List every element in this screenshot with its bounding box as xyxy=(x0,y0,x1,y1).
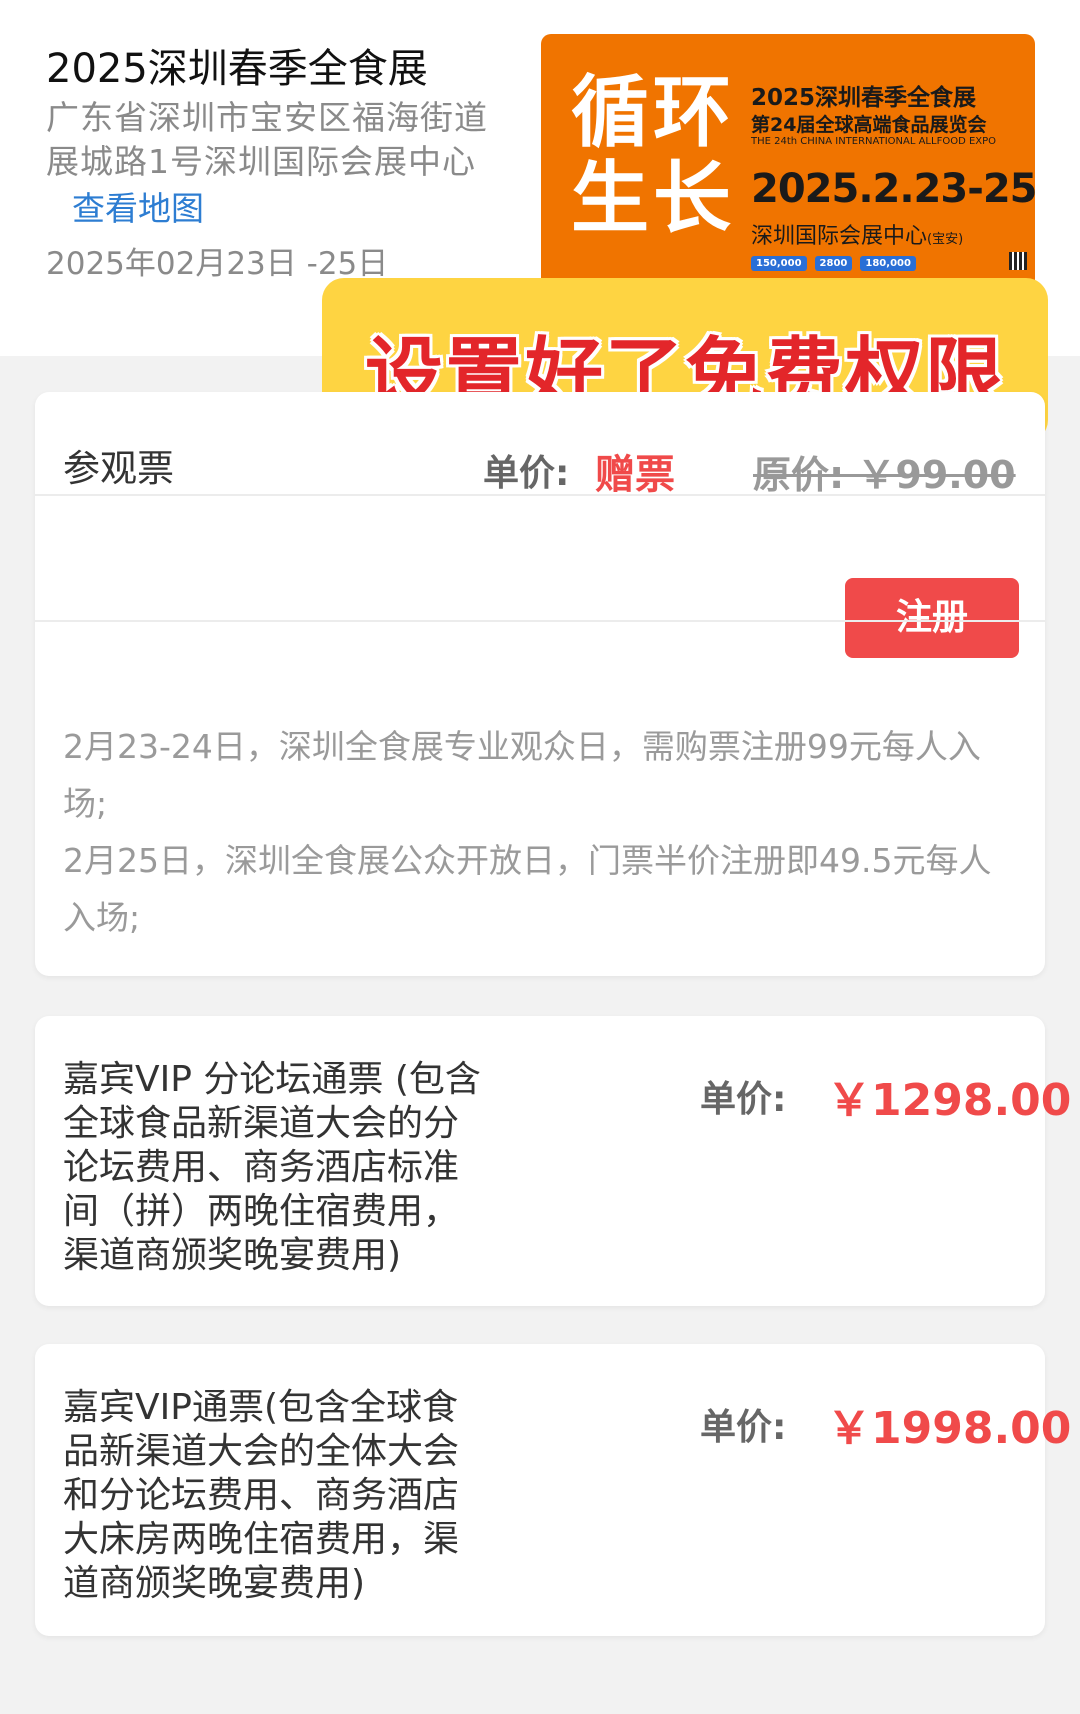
ticket-price: ￥1998.00 xyxy=(827,1403,1072,1454)
ticket-price: ￥1298.00 xyxy=(827,1075,1072,1126)
poster-stat: 180,000 xyxy=(860,256,916,271)
poster-venue-note: (宝安) xyxy=(927,232,964,247)
unit-price-label: 单价: xyxy=(700,1079,787,1120)
ticket-card-vip-full[interactable]: 嘉宾VIP通票(包含全球食 品新渠道大会的全体大会 和分论坛费用、商务酒店 大床… xyxy=(35,1344,1071,1636)
event-poster-image: 循环 生长 2025深圳春季全食展 第24届全球高端食品展览会 THE 24th… xyxy=(541,34,1035,290)
ticket-name-line: 渠道商颁奖晚宴费用) xyxy=(63,1235,402,1276)
description-line: 2月23-24日，深圳全食展专业观众日，需购票注册99元每人入场; xyxy=(63,727,981,823)
poster-slogan-line: 循环 xyxy=(571,68,736,158)
qr-code-icon xyxy=(1009,252,1027,270)
address-line: 展城路1号深圳国际会展中心 xyxy=(46,142,476,181)
ticket-name: 参观票 xyxy=(63,447,174,490)
address-line: 广东省深圳市宝安区福海街道 xyxy=(46,98,488,137)
register-button[interactable]: 注册 xyxy=(845,578,1019,658)
ticket-card-vip-forum[interactable]: 嘉宾VIP 分论坛通票 (包含 全球食品新渠道大会的分 论坛费用、商务酒店标准 … xyxy=(35,1016,1071,1306)
poster-stat: 2800 xyxy=(814,256,853,271)
poster-slogan-line: 生长 xyxy=(571,154,736,244)
ticket-name-line: 大床房两晚住宿费用，渠 xyxy=(63,1519,460,1560)
poster-subtitle: 第24届全球高端食品展览会 xyxy=(751,114,987,136)
ticket-name-line: 全球食品新渠道大会的分 xyxy=(63,1103,460,1144)
event-title: 2025深圳春季全食展 xyxy=(46,46,428,92)
ticket-name-line: 和分论坛费用、商务酒店 xyxy=(63,1475,460,1516)
ticket-name: 嘉宾VIP通票(包含全球食 品新渠道大会的全体大会 和分论坛费用、商务酒店 大床… xyxy=(63,1386,533,1606)
poster-english: THE 24th CHINA INTERNATIONAL ALLFOOD EXP… xyxy=(751,136,997,147)
ticket-name-line: 论坛费用、商务酒店标准 xyxy=(63,1147,460,1188)
ticket-card-visitor: 参观票 单价: 赠票 原价: ￥99.00 注册 2月23-24日，深圳全食展专… xyxy=(35,392,1045,976)
ticket-name: 嘉宾VIP 分论坛通票 (包含 全球食品新渠道大会的分 论坛费用、商务酒店标准 … xyxy=(63,1058,533,1278)
ticket-name-line: 嘉宾VIP通票(包含全球食 xyxy=(63,1387,458,1428)
view-map-link[interactable]: 查看地图 xyxy=(72,182,204,230)
ticket-name-line: 间（拼）两晚住宿费用， xyxy=(63,1191,460,1232)
event-address: 广东省深圳市宝安区福海街道 展城路1号深圳国际会展中心 xyxy=(46,96,526,184)
event-date: 2025年02月23日 -25日 xyxy=(46,246,389,282)
poster-venue-name: 深圳国际会展中心 xyxy=(751,224,928,249)
unit-price-label: 单价: xyxy=(483,453,570,494)
ticket-description: 2月23-24日，深圳全食展专业观众日，需购票注册99元每人入场; 2月25日，… xyxy=(63,718,1013,946)
poster-stats: 150,000 2800 180,000 xyxy=(751,256,916,271)
unit-price-label: 单价: xyxy=(700,1407,787,1448)
divider xyxy=(35,620,1045,622)
original-price: 原价: ￥99.00 xyxy=(753,453,1016,497)
poster-slogan: 循环 生长 xyxy=(571,70,735,242)
poster-venue: 深圳国际会展中心(宝安) xyxy=(751,218,963,250)
poster-stat: 150,000 xyxy=(751,256,807,271)
ticket-name-line: 品新渠道大会的全体大会 xyxy=(63,1431,460,1472)
poster-dates: 2025.2.23-25 xyxy=(751,166,1035,212)
ticket-name-line: 嘉宾VIP 分论坛通票 (包含 xyxy=(63,1059,481,1100)
ticket-name-line: 道商颁奖晚宴费用) xyxy=(63,1563,366,1604)
divider xyxy=(35,494,1045,496)
ticket-price: 赠票 xyxy=(595,452,675,498)
description-line: 2月25日，深圳全食展公众开放日，门票半价注册即49.5元每人入场; xyxy=(63,841,992,937)
poster-title: 2025深圳春季全食展 xyxy=(751,85,977,111)
